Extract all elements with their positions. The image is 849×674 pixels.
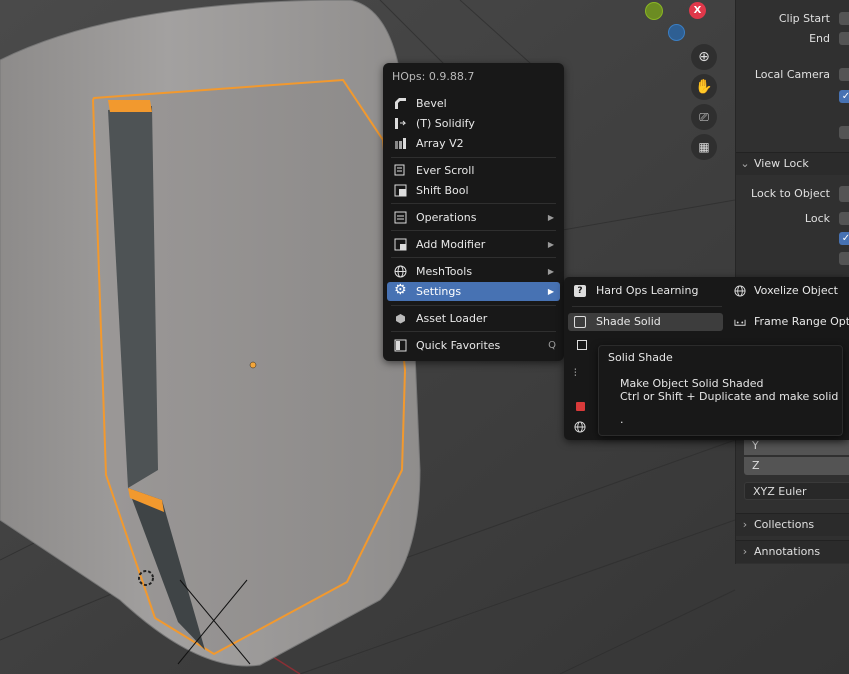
menu-item-cube[interactable] (568, 397, 593, 415)
annotations-header[interactable]: › Annotations (736, 540, 849, 563)
menu-divider (391, 157, 556, 158)
camera-icon[interactable]: ⎚ (691, 104, 717, 130)
tooltip-hint: Ctrl or Shift + Duplicate and make solid (620, 390, 839, 403)
lock-to-object-field[interactable] (839, 186, 849, 202)
help-icon: ? (574, 285, 586, 297)
menu-item-hard-ops-learning[interactable]: ? Hard Ops Learning (568, 282, 723, 300)
frame-range-icon (734, 319, 746, 326)
clip-end-label: End (809, 32, 830, 45)
tooltip-title: Solid Shade (608, 351, 673, 364)
lock-to-object-label: Lock to Object (751, 187, 830, 200)
local-camera-field[interactable] (839, 68, 849, 81)
favorites-icon (394, 339, 407, 352)
operations-icon (394, 211, 407, 224)
shade-solid-icon (574, 316, 586, 328)
solidify-icon (395, 118, 407, 129)
hardops-menu: HOps: 0.9.88.7 Bevel (T) Solidify Array … (383, 63, 564, 361)
menu-item-wire[interactable] (568, 335, 598, 353)
hand-pan-icon[interactable]: ✋ (691, 74, 717, 100)
x-axis-gizmo[interactable]: X (689, 2, 706, 19)
menu-item-bevel[interactable]: Bevel (387, 94, 560, 113)
submenu-arrow-icon: ▶ (547, 267, 554, 276)
menu-item-ever-scroll[interactable]: Ever Scroll (387, 161, 560, 180)
menu-item-frame-range-options[interactable]: Frame Range Optic (728, 313, 849, 331)
lock-checkbox-2[interactable] (839, 252, 849, 265)
bevel-icon (395, 98, 406, 109)
y-axis-gizmo[interactable] (645, 2, 663, 20)
checkbox-icon (577, 340, 587, 350)
rotation-mode-select[interactable]: XYZ Euler (744, 482, 849, 500)
lock-checkbox-checked[interactable]: ✓ (839, 232, 849, 245)
rotation-z-field[interactable]: Z (744, 457, 849, 475)
asset-icon (396, 314, 405, 324)
grid-perspective-icon[interactable]: ▦ (691, 134, 717, 160)
tooltip-description: Make Object Solid Shaded (620, 377, 764, 390)
checkbox[interactable] (839, 126, 849, 139)
menu-item-asset-loader[interactable]: Asset Loader (387, 309, 560, 328)
checkbox-checked[interactable]: ✓ (839, 90, 849, 103)
tooltip: Solid Shade Make Object Solid Shaded Ctr… (598, 345, 843, 436)
menu-item-meshtools[interactable]: MeshTools ▶ (387, 262, 560, 281)
collections-header[interactable]: › Collections (736, 513, 849, 536)
menu-item-voxelize-object[interactable]: Voxelize Object (728, 282, 849, 300)
view-lock-header[interactable]: ⌄ View Lock (736, 152, 849, 175)
zoom-icon[interactable]: ⊕ (691, 44, 717, 70)
menu-item-globe[interactable] (568, 418, 593, 436)
menu-divider (391, 331, 556, 332)
collections-title: Collections (754, 518, 815, 531)
menu-title: HOps: 0.9.88.7 (392, 70, 475, 83)
submenu-arrow-icon: ▶ (547, 213, 554, 222)
chevron-right-icon: › (742, 545, 748, 558)
globe-icon (574, 421, 586, 433)
menu-divider (391, 257, 556, 258)
clip-start-label: Clip Start (778, 12, 830, 25)
menu-divider (572, 306, 722, 307)
mesh-globe-icon (394, 265, 407, 278)
menu-item-operations[interactable]: Operations ▶ (387, 208, 560, 227)
clip-start-field[interactable] (839, 12, 849, 25)
red-cube-icon (576, 402, 585, 411)
globe-icon (734, 285, 746, 297)
menu-divider (391, 305, 556, 306)
menu-item-solidify[interactable]: (T) Solidify (387, 114, 560, 133)
menu-item-array[interactable]: Array V2 (387, 134, 560, 153)
ever-scroll-icon (394, 164, 405, 176)
submenu-arrow-icon: ▶ (547, 287, 554, 296)
menu-item-sliders[interactable]: ⫶ (568, 365, 593, 383)
lock-label: Lock (804, 212, 830, 225)
tooltip-extra: . (620, 413, 624, 426)
clip-end-field[interactable] (839, 32, 849, 45)
annotations-title: Annotations (754, 545, 821, 558)
local-camera-label: Local Camera (754, 68, 830, 81)
menu-item-quick-favorites[interactable]: Quick Favorites Q (387, 336, 560, 355)
gear-icon: ⚙ (394, 282, 407, 298)
shift-bool-icon (394, 184, 407, 197)
submenu-arrow-icon: ▶ (547, 240, 554, 249)
z-axis-gizmo[interactable] (668, 24, 685, 41)
view-lock-title: View Lock (754, 157, 809, 170)
menu-divider (391, 230, 556, 231)
lock-checkbox[interactable] (839, 212, 849, 225)
menu-item-shift-bool[interactable]: Shift Bool (387, 181, 560, 200)
chevron-right-icon: › (742, 518, 748, 531)
menu-item-shade-solid[interactable]: Shade Solid (568, 313, 723, 331)
sliders-icon: ⫶ (574, 368, 577, 379)
menu-item-add-modifier[interactable]: Add Modifier ▶ (387, 235, 560, 254)
array-icon (395, 138, 406, 149)
menu-item-settings[interactable]: ⚙ Settings ▶ (387, 282, 560, 301)
chevron-down-icon: ⌄ (740, 157, 750, 170)
menu-divider (391, 203, 556, 204)
shortcut-hint: Q (548, 340, 556, 351)
modifier-icon (394, 238, 407, 251)
